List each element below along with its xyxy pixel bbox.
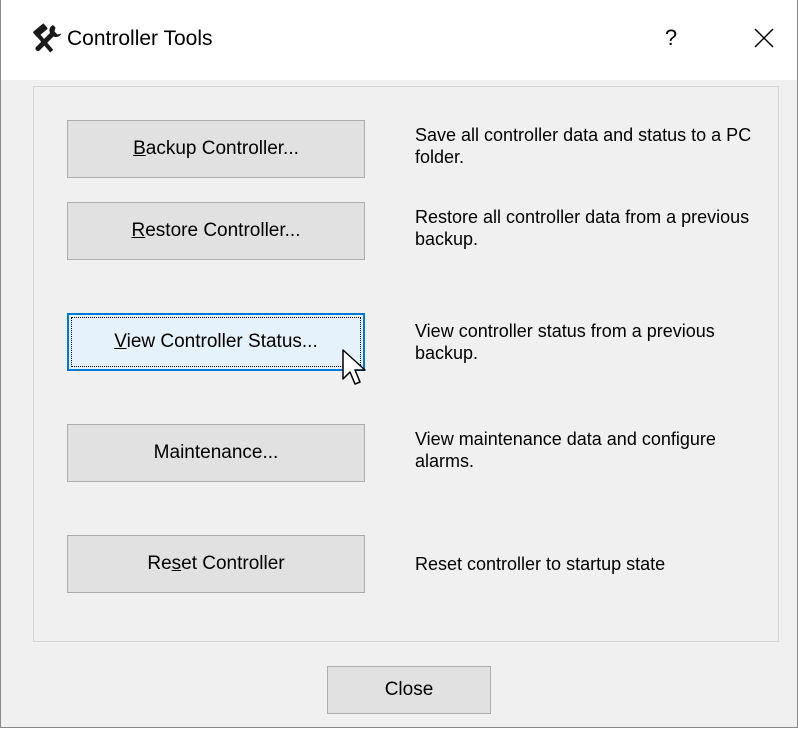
backup-controller-description: Save all controller data and status to a… [415,125,752,167]
button-label: Restore Controller... [131,220,301,241]
controller-tools-dialog: Controller Tools ? Backup Controller... … [0,0,798,728]
close-button[interactable]: Close [327,666,491,714]
tools-icon [33,23,62,53]
button-label: Maintenance... [153,442,279,463]
help-button[interactable]: ? [641,14,701,62]
button-label: Backup Controller... [133,138,299,159]
close-icon [754,28,774,48]
view-controller-status-button[interactable]: View Controller Status... [67,313,365,371]
button-label: Reset Controller [147,553,285,574]
restore-controller-description: Restore all controller data from a previ… [415,207,750,249]
view-controller-status-description: View controller status from a previous b… [415,321,715,363]
focus-ring [71,317,361,367]
maintenance-button[interactable]: Maintenance... [67,424,365,482]
window-title: Controller Tools [67,27,213,50]
reset-controller-description: Reset controller to startup state [415,554,666,574]
mouse-pointer-icon [342,349,366,385]
backup-controller-button[interactable]: Backup Controller... [67,120,365,178]
reset-controller-button[interactable]: Reset Controller [67,535,365,593]
maintenance-description: View maintenance data and configure alar… [415,429,716,471]
title-bar[interactable]: Controller Tools ? [1,0,797,80]
close-window-button[interactable] [739,14,789,62]
restore-controller-button[interactable]: Restore Controller... [67,202,365,260]
